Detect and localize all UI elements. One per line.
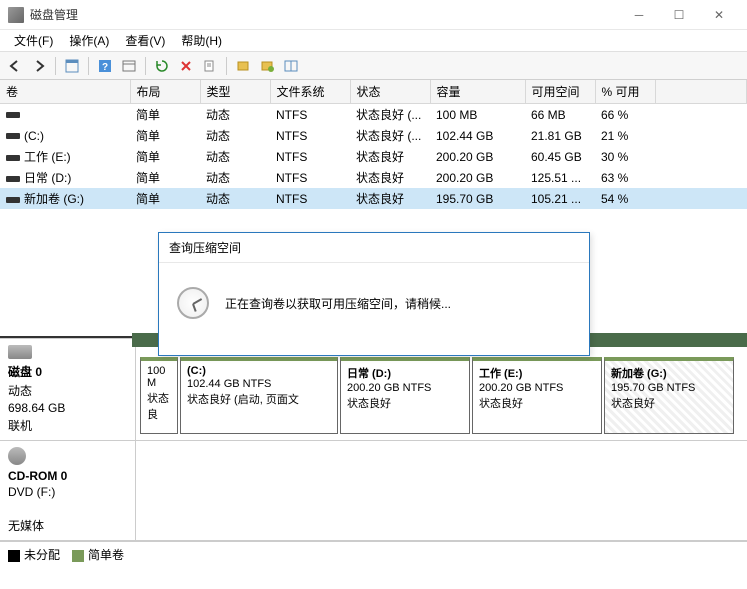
col-layout[interactable]: 布局: [130, 80, 200, 104]
title-bar: 磁盘管理 ─ ☐ ✕: [0, 0, 747, 30]
disk-0-name: 磁盘 0: [8, 363, 127, 380]
toolbar-btn-1[interactable]: [61, 55, 83, 77]
disk-icon: [8, 345, 32, 359]
col-fs[interactable]: 文件系统: [270, 80, 350, 104]
app-icon: [8, 7, 24, 23]
toolbar-btn-7[interactable]: [232, 55, 254, 77]
col-free[interactable]: 可用空间: [525, 80, 595, 104]
toolbar-btn-8[interactable]: [256, 55, 278, 77]
table-row[interactable]: 工作 (E:)简单动态NTFS状态良好200.20 GB60.45 GB30 %: [0, 146, 747, 167]
partition[interactable]: 工作 (E:)200.20 GB NTFS状态良好: [472, 357, 602, 434]
col-volume[interactable]: 卷: [0, 80, 130, 104]
toolbar-btn-3[interactable]: [118, 55, 140, 77]
toolbar-btn-9[interactable]: [280, 55, 302, 77]
menu-bar: 文件(F) 操作(A) 查看(V) 帮助(H): [0, 30, 747, 52]
col-status[interactable]: 状态: [350, 80, 430, 104]
table-row[interactable]: (C:)简单动态NTFS状态良好 (...102.44 GB21.81 GB21…: [0, 125, 747, 146]
table-row[interactable]: 新加卷 (G:)简单动态NTFS状态良好195.70 GB105.21 ...5…: [0, 188, 747, 209]
menu-view[interactable]: 查看(V): [117, 30, 173, 51]
forward-button[interactable]: [28, 55, 50, 77]
disk-0-type: 动态: [8, 382, 127, 399]
table-row[interactable]: 日常 (D:)简单动态NTFS状态良好200.20 GB125.51 ...63…: [0, 167, 747, 188]
toolbar: ?: [0, 52, 747, 80]
delete-icon[interactable]: [175, 55, 197, 77]
partition[interactable]: 100 M状态良: [140, 357, 178, 434]
close-button[interactable]: ✕: [699, 0, 739, 30]
window-title: 磁盘管理: [30, 6, 78, 23]
minimize-button[interactable]: ─: [619, 0, 659, 30]
svg-text:?: ?: [102, 62, 108, 73]
table-row[interactable]: 简单动态NTFS状态良好 (...100 MB66 MB66 %: [0, 104, 747, 126]
legend: 未分配 简单卷: [0, 541, 747, 567]
cdrom-type: DVD (F:): [8, 485, 127, 499]
cdrom-name: CD-ROM 0: [8, 469, 127, 483]
legend-simple: 简单卷: [72, 546, 124, 563]
cdrom-state: 无媒体: [8, 517, 127, 534]
clock-icon: [177, 287, 209, 319]
shrink-query-dialog: 查询压缩空间 正在查询卷以获取可用压缩空间，请稍候...: [158, 232, 590, 356]
partition[interactable]: 新加卷 (G:)195.70 GB NTFS状态良好: [604, 357, 734, 434]
dialog-message: 正在查询卷以获取可用压缩空间，请稍候...: [225, 295, 451, 312]
properties-icon[interactable]: [199, 55, 221, 77]
disk-0-size: 698.64 GB: [8, 401, 127, 415]
volume-table: 卷 布局 类型 文件系统 状态 容量 可用空间 % 可用 简单动态NTFS状态良…: [0, 80, 747, 209]
cdrom-icon: [8, 447, 26, 465]
col-capacity[interactable]: 容量: [430, 80, 525, 104]
cdrom-label[interactable]: CD-ROM 0 DVD (F:) 无媒体: [0, 441, 136, 540]
disk-0-label[interactable]: 磁盘 0 动态 698.64 GB 联机: [0, 339, 136, 440]
disk-row-cdrom: CD-ROM 0 DVD (F:) 无媒体: [0, 441, 747, 541]
disk-map: 磁盘 0 动态 698.64 GB 联机 100 M状态良(C:)102.44 …: [0, 338, 747, 541]
maximize-button[interactable]: ☐: [659, 0, 699, 30]
col-pct[interactable]: % 可用: [595, 80, 655, 104]
menu-action[interactable]: 操作(A): [61, 30, 117, 51]
col-type[interactable]: 类型: [200, 80, 270, 104]
dialog-title: 查询压缩空间: [159, 233, 589, 263]
legend-unallocated: 未分配: [8, 546, 60, 563]
partition[interactable]: 日常 (D:)200.20 GB NTFS状态良好: [340, 357, 470, 434]
menu-help[interactable]: 帮助(H): [173, 30, 230, 51]
help-icon[interactable]: ?: [94, 55, 116, 77]
back-button[interactable]: [4, 55, 26, 77]
menu-file[interactable]: 文件(F): [6, 30, 61, 51]
cdrom-partitions: [136, 441, 747, 540]
disk-0-state: 联机: [8, 417, 127, 434]
refresh-icon[interactable]: [151, 55, 173, 77]
partition[interactable]: (C:)102.44 GB NTFS状态良好 (启动, 页面文: [180, 357, 338, 434]
